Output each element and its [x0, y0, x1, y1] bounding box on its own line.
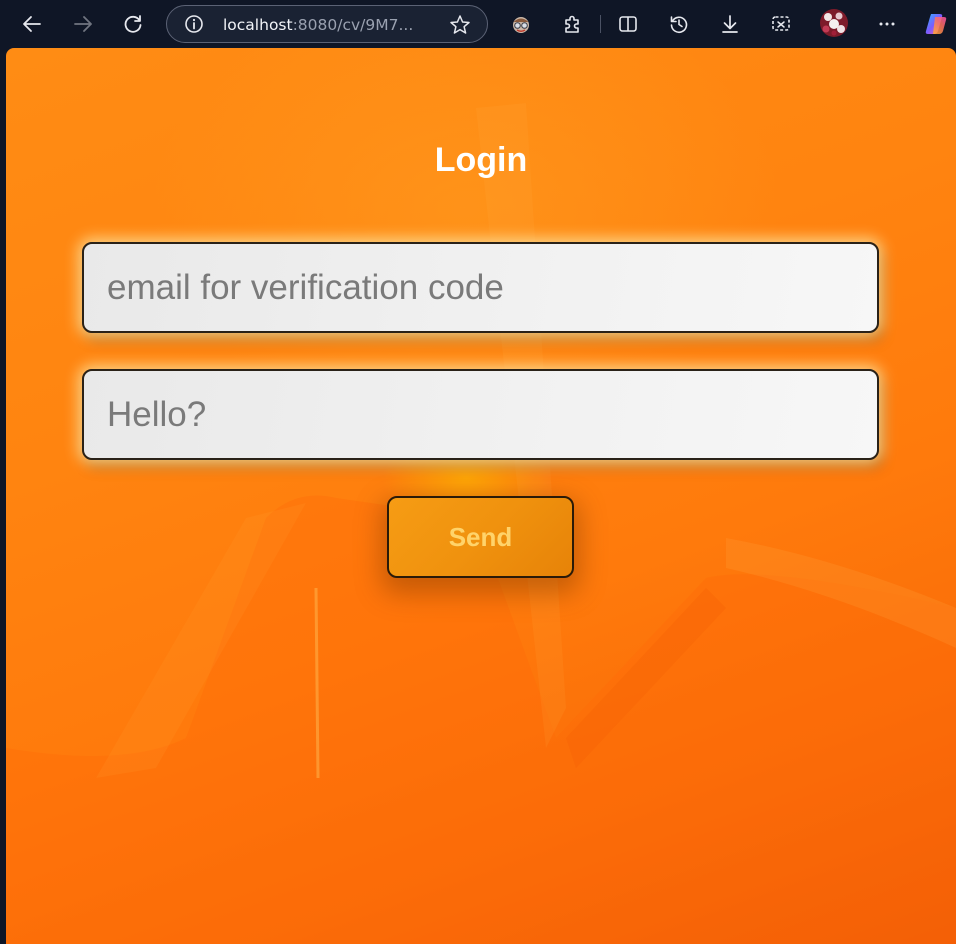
downloads-icon — [722, 15, 738, 33]
page-title: Login — [434, 141, 528, 179]
refresh-icon — [124, 15, 142, 33]
history-button[interactable] — [663, 8, 695, 40]
send-button[interactable]: Send — [387, 496, 574, 578]
history-icon — [670, 16, 688, 34]
split-screen-button[interactable] — [612, 8, 644, 40]
favorite-star-icon[interactable] — [448, 13, 472, 37]
url-host: localhost — [223, 16, 293, 34]
page-viewport: Login Send — [6, 48, 956, 944]
downloads-button[interactable] — [714, 8, 746, 40]
address-bar[interactable]: localhost:8080/cv/9M7... — [166, 5, 488, 43]
refresh-button[interactable] — [117, 8, 149, 40]
browser-toolbar: localhost:8080/cv/9M7... — [0, 0, 956, 48]
url-path: :8080/cv/9M7... — [292, 16, 414, 34]
toolbar-divider — [600, 15, 601, 33]
more-options-button[interactable] — [871, 8, 903, 40]
extension-avatar-button[interactable] — [505, 8, 537, 40]
extension-avatar-icon — [513, 17, 529, 33]
forward-button[interactable] — [67, 8, 99, 40]
site-info-icon[interactable] — [184, 14, 204, 34]
email-input[interactable] — [82, 242, 879, 333]
profile-avatar[interactable] — [820, 9, 848, 37]
extensions-button[interactable] — [556, 8, 588, 40]
copilot-button[interactable] — [920, 8, 952, 40]
back-button[interactable] — [16, 8, 48, 40]
message-input[interactable] — [82, 369, 879, 460]
split-screen-icon — [619, 16, 637, 32]
more-options-icon — [879, 22, 895, 26]
copilot-icon — [925, 14, 947, 34]
back-arrow-icon — [23, 16, 41, 32]
screenshot-icon — [772, 16, 790, 31]
screenshot-button[interactable] — [765, 8, 797, 40]
extensions-puzzle-icon — [565, 15, 579, 33]
forward-arrow-icon — [74, 16, 92, 32]
address-url[interactable]: localhost:8080/cv/9M7... — [223, 15, 423, 35]
